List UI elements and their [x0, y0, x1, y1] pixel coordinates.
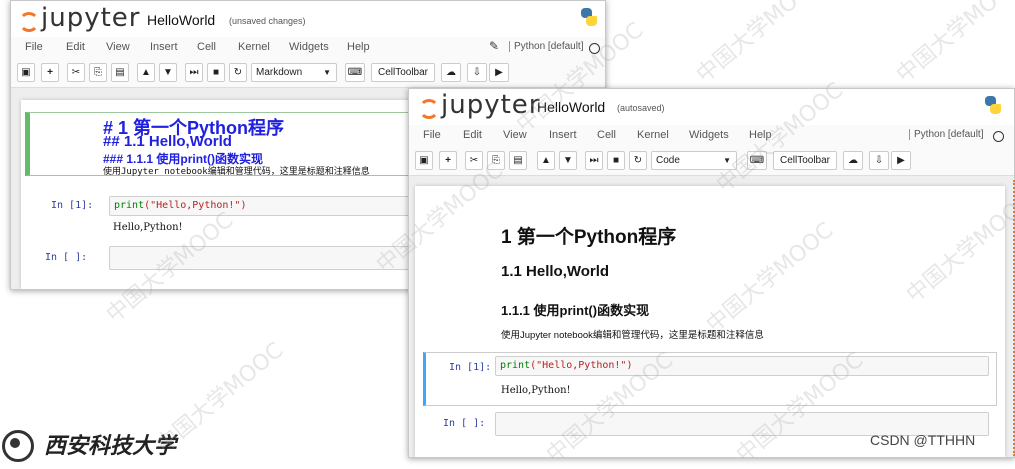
cell1-prompt: In [1]: — [449, 362, 492, 373]
copy-icon[interactable]: ⎘ — [89, 63, 107, 82]
add-cell-icon[interactable]: + — [439, 151, 457, 170]
toolbar: ▣ + ✂ ⎘ ▤ ▲ ▼ ⏭ ■ ↻ Code ▼ ⌨ CellToolbar … — [409, 147, 1014, 176]
cell1-prompt: In [1]: — [51, 200, 94, 211]
dotted-border — [1011, 180, 1015, 456]
menu-widgets[interactable]: Widgets — [289, 41, 329, 53]
save-status: (unsaved changes) — [229, 16, 306, 26]
menu-file[interactable]: File — [25, 41, 43, 53]
kernel-idle-icon — [993, 131, 1004, 142]
code-function: print — [500, 360, 531, 371]
menu-kernel[interactable]: Kernel — [637, 129, 669, 141]
upload-icon[interactable]: ☁ — [843, 151, 863, 170]
restart-icon[interactable]: ↻ — [629, 151, 647, 170]
university-name: 西安科技大学 — [44, 433, 177, 459]
rendered-h3: 1.1.1 使用print()函数实现 — [501, 303, 650, 318]
menu-insert[interactable]: Insert — [150, 41, 178, 53]
code-cell-1-input[interactable]: print("Hello,Python!") — [495, 356, 989, 376]
move-up-icon[interactable]: ▲ — [537, 151, 555, 170]
menu-view[interactable]: View — [503, 129, 527, 141]
stop-icon[interactable]: ■ — [607, 151, 625, 170]
video-icon[interactable]: ▶ — [489, 63, 509, 82]
copy-icon[interactable]: ⎘ — [487, 151, 505, 170]
csdn-credit: CSDN @TTHHN — [870, 432, 976, 448]
add-cell-icon[interactable]: + — [41, 63, 59, 82]
run-icon[interactable]: ⏭ — [585, 151, 603, 170]
kernel-name[interactable]: Python [default] — [509, 41, 584, 52]
run-icon[interactable]: ⏭ — [185, 63, 203, 82]
cell2-prompt: In [ ]: — [45, 252, 88, 263]
menu-cell[interactable]: Cell — [197, 41, 216, 53]
kernel-name[interactable]: Python [default] — [909, 129, 984, 140]
save-status: (autosaved) — [617, 103, 665, 113]
menubar: File Edit View Insert Cell Kernel Widget… — [11, 37, 605, 59]
upload-icon[interactable]: ☁ — [441, 63, 461, 82]
video-icon[interactable]: ▶ — [891, 151, 911, 170]
menu-insert[interactable]: Insert — [549, 129, 577, 141]
cell-type-value: Code — [656, 155, 680, 166]
notebook-area: 1 第一个Python程序 1.1 Hello,World 1.1.1 使用pr… — [409, 176, 1014, 457]
cut-icon[interactable]: ✂ — [67, 63, 85, 82]
jupyter-logo-text[interactable]: jupyter — [41, 3, 140, 33]
notebook-name[interactable]: HelloWorld — [537, 99, 605, 115]
save-icon[interactable]: ▣ — [415, 151, 433, 170]
toolbar: ▣ + ✂ ⎘ ▤ ▲ ▼ ⏭ ■ ↻ Markdown ▼ ⌨ CellTool… — [11, 59, 605, 88]
stop-icon[interactable]: ■ — [207, 63, 225, 82]
header: jupyter HelloWorld (autosaved) — [409, 89, 1014, 125]
watermark: 中国大学MOOC — [691, 0, 829, 88]
watermark: 中国大学MOOC — [891, 0, 1015, 88]
cut-icon[interactable]: ✂ — [465, 151, 483, 170]
notebook-name[interactable]: HelloWorld — [147, 12, 215, 28]
cell2-prompt: In [ ]: — [443, 418, 486, 429]
download-icon[interactable]: ⇩ — [467, 63, 487, 82]
rendered-h1: 1 第一个Python程序 — [501, 227, 677, 248]
cell-type-select[interactable]: Markdown ▼ — [251, 63, 337, 82]
chevron-down-icon: ▼ — [723, 156, 731, 165]
menu-cell[interactable]: Cell — [597, 129, 616, 141]
md-source-paragraph: 使用Jupyter notebook编辑和管理代码，这里是标题和注释信息 — [103, 167, 370, 177]
code-argument: ("Hello,Python!") — [144, 200, 247, 211]
python-logo-icon — [579, 7, 599, 27]
paste-icon[interactable]: ▤ — [509, 151, 527, 170]
menu-edit[interactable]: Edit — [66, 41, 85, 53]
university-seal-icon — [2, 430, 34, 462]
python-logo-icon — [983, 95, 1003, 115]
header: jupyter HelloWorld (unsaved changes) — [11, 1, 605, 37]
menu-widgets[interactable]: Widgets — [689, 129, 729, 141]
menu-edit[interactable]: Edit — [463, 129, 482, 141]
chevron-down-icon: ▼ — [323, 68, 331, 77]
kernel-idle-icon — [589, 43, 600, 54]
download-icon[interactable]: ⇩ — [869, 151, 889, 170]
celltoolbar-button[interactable]: CellToolbar — [371, 63, 435, 82]
move-up-icon[interactable]: ▲ — [137, 63, 155, 82]
cell1-output: Hello,Python! — [113, 222, 183, 233]
code-function: print — [114, 200, 145, 211]
jupyter-logo-icon[interactable] — [19, 12, 39, 32]
jupyter-logo-text[interactable]: jupyter — [441, 90, 540, 120]
rendered-paragraph: 使用Jupyter notebook编辑和管理代码，这里是标题和注释信息 — [501, 330, 764, 341]
paste-icon[interactable]: ▤ — [111, 63, 129, 82]
cell-type-value: Markdown — [256, 67, 303, 78]
save-icon[interactable]: ▣ — [17, 63, 35, 82]
menu-file[interactable]: File — [423, 129, 441, 141]
menu-kernel[interactable]: Kernel — [238, 41, 270, 53]
jupyter-logo-icon[interactable] — [419, 99, 439, 119]
jupyter-window-autosaved: jupyter HelloWorld (autosaved) File Edit… — [408, 88, 1015, 458]
command-palette-icon[interactable]: ⌨ — [345, 63, 365, 82]
restart-icon[interactable]: ↻ — [229, 63, 247, 82]
menu-help[interactable]: Help — [347, 41, 370, 53]
move-down-icon[interactable]: ▼ — [559, 151, 577, 170]
edit-pencil-icon[interactable]: ✎ — [489, 39, 499, 53]
command-palette-icon[interactable]: ⌨ — [747, 151, 767, 170]
celltoolbar-button[interactable]: CellToolbar — [773, 151, 837, 170]
menubar: File Edit View Insert Cell Kernel Widget… — [409, 125, 1014, 147]
md-source-h2: ## 1.1 Hello,World — [103, 133, 232, 150]
menu-view[interactable]: View — [106, 41, 130, 53]
notebook-page: 1 第一个Python程序 1.1 Hello,World 1.1.1 使用pr… — [415, 186, 1005, 457]
cell1-output: Hello,Python! — [501, 385, 571, 396]
menu-help[interactable]: Help — [749, 129, 772, 141]
rendered-h2: 1.1 Hello,World — [501, 263, 610, 280]
move-down-icon[interactable]: ▼ — [159, 63, 177, 82]
code-argument: ("Hello,Python!") — [530, 360, 633, 371]
cell-type-select[interactable]: Code ▼ — [651, 151, 737, 170]
